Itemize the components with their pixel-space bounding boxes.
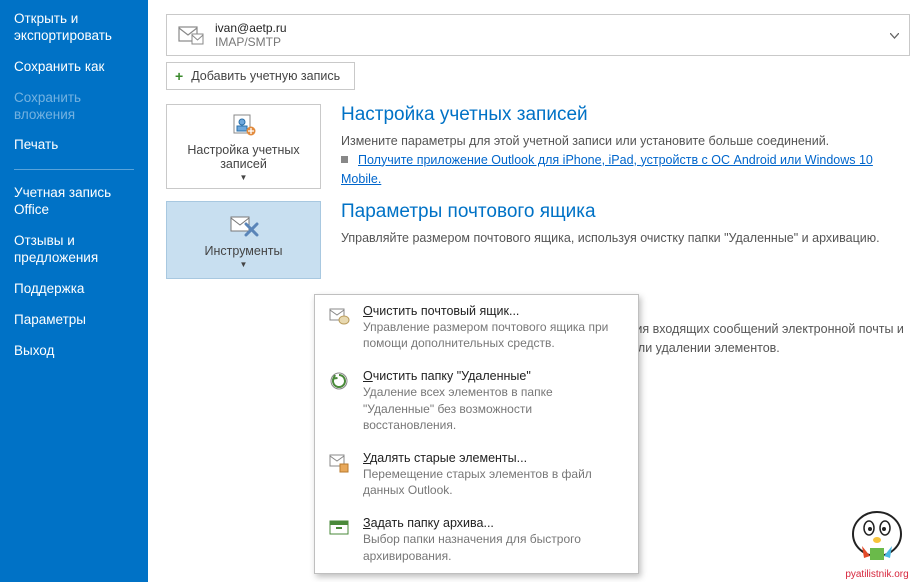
account-settings-icon: [229, 111, 259, 139]
account-settings-desc: Настройка учетных записей Измените парам…: [341, 104, 916, 188]
tile-tools[interactable]: Инструменты ▼: [166, 201, 321, 279]
get-outlook-app-link[interactable]: Получите приложение Outlook для iPhone, …: [341, 153, 873, 186]
menu-item-title: чистить папку "Удаленные": [373, 369, 531, 383]
add-account-button[interactable]: + Добавить учетную запись: [166, 62, 355, 90]
add-account-label: Добавить учетную запись: [191, 69, 340, 83]
sidebar-item-feedback[interactable]: Отзывы и предложения: [0, 226, 148, 274]
tile-tools-label: Инструменты: [205, 244, 283, 258]
watermark-logo: pyatilistnik.org: [842, 506, 912, 580]
account-protocol: IMAP/SMTP: [215, 35, 287, 49]
mailbox-params-title: Параметры почтового ящика: [341, 201, 906, 223]
account-settings-text: Измените параметры для этой учетной запи…: [341, 132, 906, 151]
menu-item-set-archive-folder[interactable]: Задать папку архива... Выбор папки назна…: [315, 507, 638, 572]
menu-item-desc: Управление размером почтового ящика при …: [363, 319, 626, 351]
archive-folder-icon: [327, 516, 351, 563]
menu-item-cleanup-mailbox[interactable]: Очистить почтовый ящик... Управление раз…: [315, 295, 638, 360]
account-email: ivan@aetp.ru: [215, 21, 287, 35]
menu-item-desc: Удаление всех элементов в папке "Удаленн…: [363, 384, 626, 433]
cleanup-mailbox-icon: [327, 304, 351, 351]
menu-item-underline: У: [363, 451, 370, 465]
tools-icon: [227, 212, 261, 240]
sidebar-item-exit[interactable]: Выход: [0, 336, 148, 367]
sidebar-item-options[interactable]: Параметры: [0, 305, 148, 336]
menu-item-empty-deleted[interactable]: Очистить папку "Удаленные" Удаление всех…: [315, 360, 638, 442]
account-text: ivan@aetp.ru IMAP/SMTP: [215, 21, 287, 49]
menu-item-title: далять старые элементы...: [370, 451, 527, 465]
chevron-down-icon[interactable]: [890, 26, 899, 44]
account-icon: [177, 23, 205, 47]
mailbox-params-desc: Параметры почтового ящика Управляйте раз…: [341, 201, 916, 248]
backstage-sidebar: Открыть и экспортировать Сохранить как С…: [0, 0, 148, 582]
tile-account-settings[interactable]: Настройка учетных записей ▼: [166, 104, 321, 189]
recycle-icon: [327, 369, 351, 433]
sidebar-item-support[interactable]: Поддержка: [0, 274, 148, 305]
bullet-icon: [341, 156, 348, 163]
sidebar-item-office-account[interactable]: Учетная запись Office: [0, 178, 148, 226]
watermark-text: pyatilistnik.org: [842, 569, 912, 580]
menu-item-archive-old[interactable]: Удалять старые элементы... Перемещение с…: [315, 442, 638, 507]
chevron-down-icon: ▼: [240, 260, 248, 269]
menu-item-title: чистить почтовый ящик...: [373, 304, 520, 318]
tile-account-settings-label: Настройка учетных записей: [171, 143, 316, 171]
sidebar-separator: [14, 169, 134, 170]
menu-item-underline: О: [363, 369, 373, 383]
menu-item-underline: З: [363, 516, 371, 530]
archive-old-icon: [327, 451, 351, 498]
sidebar-item-open-export[interactable]: Открыть и экспортировать: [0, 4, 148, 52]
tools-dropdown-menu: Очистить почтовый ящик... Управление раз…: [314, 294, 639, 574]
menu-item-desc: Выбор папки назначения для быстрого архи…: [363, 531, 626, 563]
account-selector[interactable]: ivan@aetp.ru IMAP/SMTP: [166, 14, 910, 56]
menu-item-underline: О: [363, 304, 373, 318]
sidebar-item-save-attachments: Сохранить вложения: [0, 83, 148, 131]
menu-item-desc: Перемещение старых элементов в файл данн…: [363, 466, 626, 498]
menu-item-title: адать папку архива...: [371, 516, 494, 530]
mailbox-params-text: Управляйте размером почтового ящика, исп…: [341, 229, 906, 248]
sidebar-item-print[interactable]: Печать: [0, 130, 148, 161]
account-settings-title: Настройка учетных записей: [341, 104, 906, 126]
main-content: ivan@aetp.ru IMAP/SMTP + Добавить учетну…: [148, 0, 916, 582]
chevron-down-icon: ▼: [240, 173, 248, 182]
plus-icon: +: [175, 68, 183, 84]
sidebar-item-save-as[interactable]: Сохранить как: [0, 52, 148, 83]
